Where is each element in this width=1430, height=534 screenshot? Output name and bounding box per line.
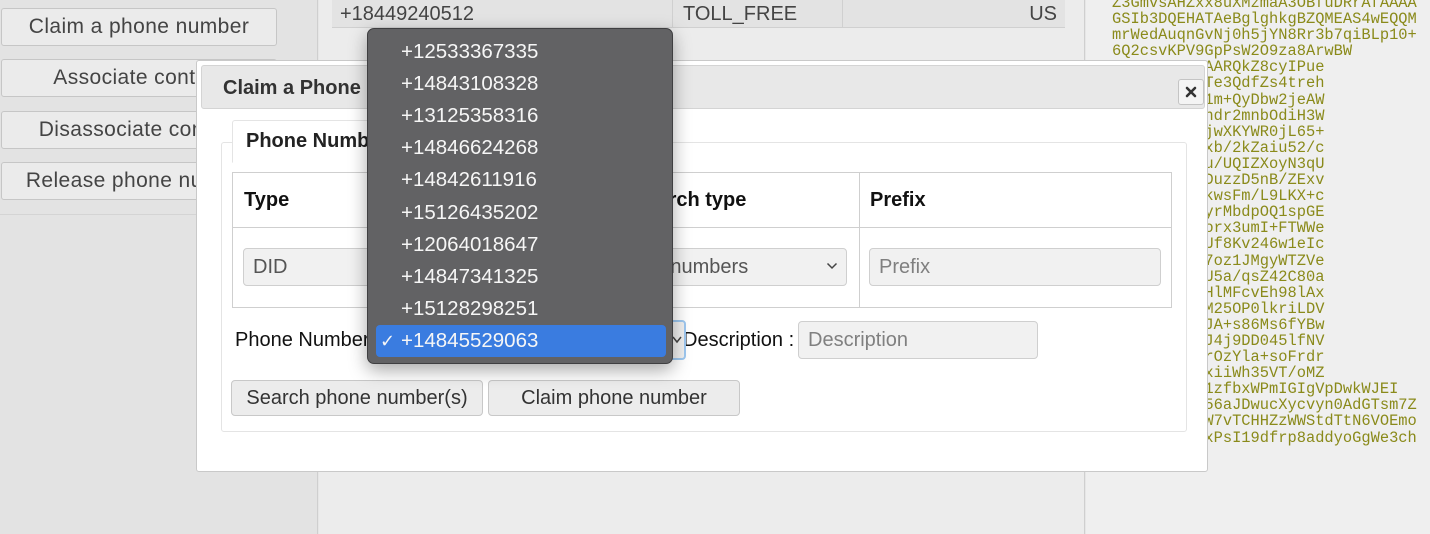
phone-number-option-label: +15126435202	[401, 200, 539, 224]
chevron-down-icon	[826, 262, 838, 270]
type-column-header: Type	[244, 189, 290, 211]
phone-number-option-label: +13125358316	[401, 104, 539, 128]
phone-number-option-label: +14845529063	[401, 328, 539, 352]
phone-number-option[interactable]: +13125358316	[376, 100, 666, 132]
country-cell: US	[1029, 3, 1057, 25]
table-row[interactable]: +18449240512 TOLL_FREE US	[332, 0, 1065, 28]
claim-phone-number-submit-button[interactable]: Claim phone number	[488, 380, 740, 416]
phone-number-label: Phone Number :	[235, 329, 381, 351]
close-icon	[1185, 86, 1197, 98]
claim-phone-number-button[interactable]: Claim a phone number	[1, 8, 277, 46]
phone-number-option[interactable]: ✓ +14845529063	[376, 324, 666, 357]
phone-number-option[interactable]: +14843108328	[376, 68, 666, 100]
phone-number-option-label: +15128298251	[401, 296, 539, 320]
tab-phone-numbers[interactable]: Phone Numbers	[232, 120, 382, 163]
prefix-input[interactable]: Prefix	[869, 248, 1161, 286]
phone-type-cell: TOLL_FREE	[683, 3, 798, 25]
phone-number-option[interactable]: +14847341325	[376, 261, 666, 293]
description-input[interactable]: Description	[798, 321, 1038, 359]
phone-number-option-label: +14842611916	[401, 168, 537, 192]
chevron-down-icon	[672, 336, 682, 344]
phone-number-option[interactable]: +15128298251	[376, 293, 666, 325]
phone-number-option[interactable]: +12533367335	[376, 36, 666, 68]
phone-number-option-label: +14843108328	[401, 72, 539, 96]
phone-number-option[interactable]: +14842611916	[376, 164, 666, 196]
dialog-header: Claim a Phone Number	[201, 65, 1205, 109]
phone-number-dropdown-list: +12533367335 +14843108328 +13125358316 +148…	[367, 28, 673, 364]
description-label: Description :	[683, 329, 795, 351]
phone-number-option-label: +14847341325	[401, 264, 539, 288]
phone-number-option[interactable]: +14846624268	[376, 132, 666, 164]
close-dialog-button[interactable]	[1178, 79, 1204, 105]
phone-number-cell: +18449240512	[340, 3, 475, 25]
phone-number-option-label: +14846624268	[401, 136, 539, 160]
claim-phone-number-dialog: Claim a Phone Number Phone Numbers Type …	[196, 60, 1208, 472]
phone-number-option-label: +12533367335	[401, 40, 539, 63]
checkmark-icon: ✓	[380, 330, 396, 351]
search-phone-numbers-button[interactable]: Search phone number(s)	[231, 380, 483, 416]
phone-number-option[interactable]: +12064018647	[376, 229, 666, 261]
phone-number-option-label: +12064018647	[401, 232, 539, 256]
phone-number-option[interactable]: +15126435202	[376, 197, 666, 229]
prefix-column-header: Prefix	[870, 189, 926, 211]
